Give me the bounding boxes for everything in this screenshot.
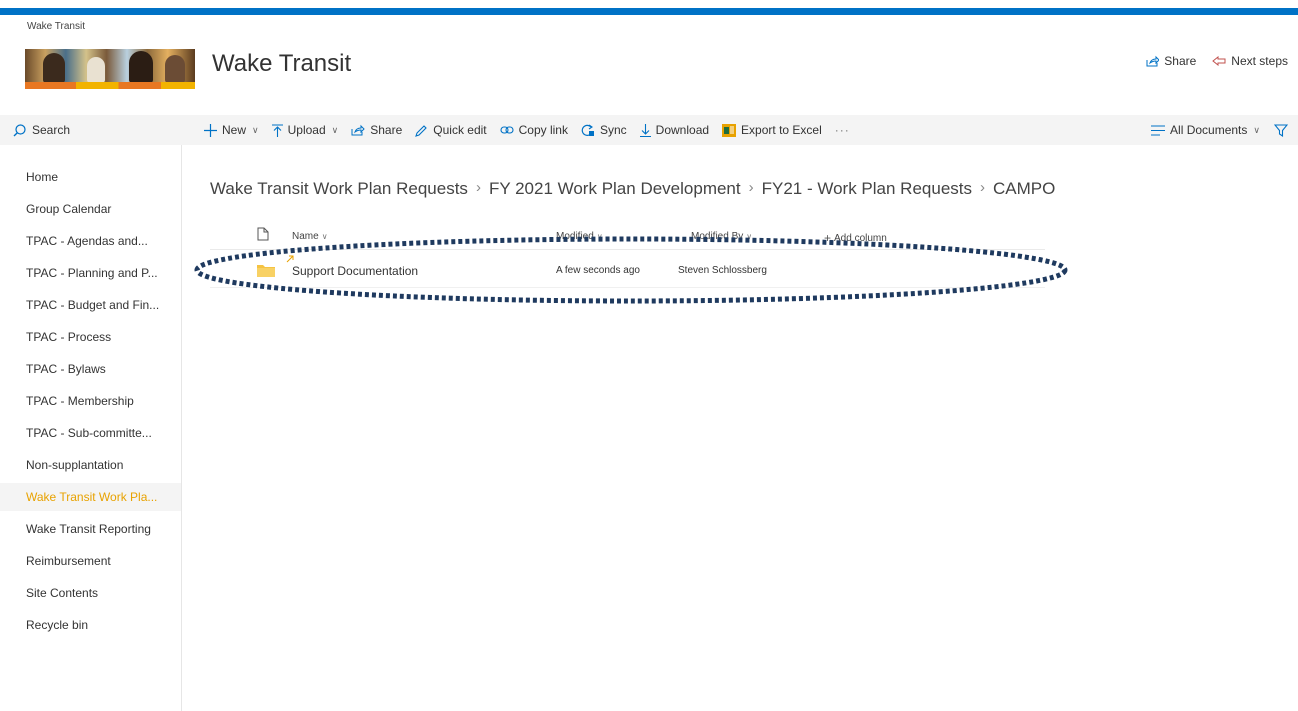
site-logo[interactable] [25,49,195,89]
export-label: Export to Excel [741,123,822,137]
column-header-modified[interactable]: Modified ∨ [556,231,603,242]
download-icon [639,123,651,137]
plus-icon [204,123,217,137]
nav-item-tpac-process[interactable]: TPAC - Process [0,323,181,351]
column-name-label: Name [292,231,319,242]
view-label: All Documents [1170,123,1248,137]
share-label: Share [370,123,403,137]
nav-item-non-supplantation[interactable]: Non-supplantation [0,451,181,479]
share-button[interactable]: Share [351,123,402,137]
link-icon [500,125,514,135]
left-navigation: Home Group Calendar TPAC - Agendas and..… [0,145,182,711]
nav-item-recycle-bin[interactable]: Recycle bin [0,611,181,639]
export-to-excel-button[interactable]: Export to Excel [722,123,822,137]
nav-item-group-calendar[interactable]: Group Calendar [0,195,181,223]
more-commands-button[interactable]: ··· [835,123,850,137]
chevron-down-icon: ∨ [596,232,603,241]
chevron-right-icon: › [980,179,985,196]
nav-item-tpac-planning[interactable]: TPAC - Planning and P... [0,259,181,287]
copy-link-label: Copy link [518,123,568,137]
nav-item-tpac-membership[interactable]: TPAC - Membership [0,387,181,415]
command-bar-right: All Documents ∨ [1151,115,1288,145]
nav-item-wake-transit-reporting[interactable]: Wake Transit Reporting [0,515,181,543]
site-actions: Share Next steps [1146,54,1288,68]
next-steps-label: Next steps [1231,54,1288,68]
filter-button[interactable] [1274,123,1288,137]
folder-icon [257,263,275,280]
chevron-down-icon: ∨ [321,232,328,241]
item-name[interactable]: Support Documentation [292,264,418,278]
nav-item-home[interactable]: Home [0,163,181,191]
add-column-button[interactable]: + Add column [824,231,887,245]
upload-icon [271,123,283,137]
suite-bar [0,8,1298,15]
breadcrumb-item-fy2021-development[interactable]: FY 2021 Work Plan Development [489,179,741,199]
new-button[interactable]: New ∨ [204,123,259,137]
column-header-name[interactable]: Name ∨ [292,231,328,242]
list-header: Name ∨ Modified ∨ Modified By ∨ + Add co… [210,226,1045,250]
chevron-right-icon: › [475,179,481,196]
breadcrumb-item-campo: CAMPO [993,179,1056,198]
flag-icon [1212,56,1226,66]
chevron-down-icon: ∨ [1253,124,1260,135]
upload-label: Upload [287,123,326,137]
list-item[interactable]: Support Documentation A few seconds ago … [210,254,1045,288]
quick-edit-button[interactable]: Quick edit [415,123,487,137]
column-modified-label: Modified [556,231,594,242]
excel-icon [722,123,737,137]
download-label: Download [655,123,710,137]
chevron-down-icon: ∨ [252,124,259,135]
sync-button[interactable]: Sync [581,123,627,137]
view-switcher[interactable]: All Documents ∨ [1151,123,1260,137]
next-steps-button[interactable]: Next steps [1212,54,1288,68]
site-breadcrumb[interactable]: Wake Transit [27,21,85,32]
item-modified-by[interactable]: Steven Schlossberg [678,265,767,276]
nav-item-reimbursement[interactable]: Reimbursement [0,547,181,575]
plus-icon: + [824,231,832,245]
nav-item-site-contents[interactable]: Site Contents [0,579,181,607]
nav-item-wake-transit-work-plan[interactable]: Wake Transit Work Pla... [0,483,181,511]
nav-item-tpac-subcommittee[interactable]: TPAC - Sub-committe... [0,419,181,447]
share-site-button[interactable]: Share [1146,54,1196,68]
search-box[interactable]: Search [0,115,182,145]
share-label: Share [1164,54,1197,68]
sync-icon [581,124,595,137]
new-label: New [222,123,247,137]
item-modified: A few seconds ago [556,265,640,276]
upload-button[interactable]: Upload ∨ [271,123,339,137]
folder-breadcrumb: Wake Transit Work Plan Requests › FY 202… [210,179,1055,199]
filter-icon [1274,123,1288,137]
breadcrumb-item-work-plan-requests[interactable]: Wake Transit Work Plan Requests [210,179,468,199]
site-title[interactable]: Wake Transit [212,50,351,78]
command-bar: New ∨ Upload ∨ Share Quick edit Copy lin… [182,115,1298,145]
share-icon [1146,55,1160,67]
search-icon [13,123,26,137]
copy-link-button[interactable]: Copy link [500,123,568,137]
sync-label: Sync [599,123,627,137]
chevron-down-icon: ∨ [331,124,339,135]
breadcrumb-item-fy21-requests[interactable]: FY21 - Work Plan Requests [762,179,972,199]
nav-item-tpac-budget[interactable]: TPAC - Budget and Fin... [0,291,181,319]
column-header-modified-by[interactable]: Modified By ∨ [691,231,752,242]
share-icon [351,124,365,136]
nav-item-tpac-bylaws[interactable]: TPAC - Bylaws [0,355,181,383]
view-lines-icon [1151,124,1166,136]
chevron-down-icon: ∨ [746,232,753,241]
file-type-icon[interactable] [257,227,269,241]
pencil-icon [415,124,428,137]
add-column-label: Add column [834,232,887,244]
download-button[interactable]: Download [639,123,710,137]
chevron-right-icon: › [748,179,754,196]
column-modified-by-label: Modified By [691,231,744,242]
nav-item-tpac-agendas[interactable]: TPAC - Agendas and... [0,227,181,255]
search-label: Search [32,123,71,137]
more-icon: ··· [834,123,850,137]
quick-edit-label: Quick edit [433,123,487,137]
